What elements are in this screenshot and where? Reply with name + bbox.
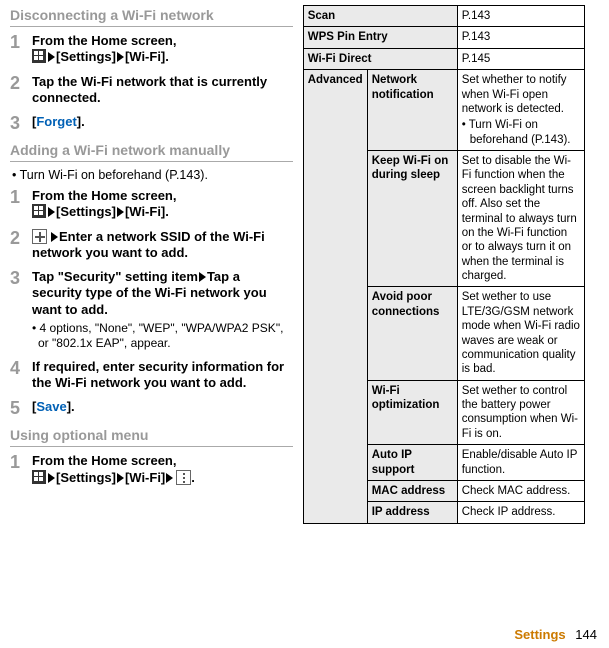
step-add-2: 2 Enter a network SSID of the Wi-Fi netw… (10, 229, 293, 262)
cell-key: Network notification (367, 70, 457, 151)
plus-icon (32, 229, 47, 244)
page-footer: Settings 144 (514, 627, 597, 642)
cell-key: Wi-Fi optimization (367, 380, 457, 445)
step-disc-1: 1 From the Home screen, [Settings] [Wi-Fi… (10, 33, 293, 66)
step-add-3: 3 Tap "Security" setting itemTap a secur… (10, 269, 293, 351)
cell-val: Set to disable the Wi-Fi function when t… (457, 151, 585, 287)
step-number: 2 (10, 229, 32, 247)
text: ]. (77, 114, 85, 129)
cell-key: WPS Pin Entry (303, 27, 457, 48)
text: ]. (67, 399, 75, 414)
home-grid-icon (32, 470, 46, 484)
step-add-5: 5 [Save]. (10, 399, 293, 417)
text: [Wi-Fi] (125, 470, 165, 485)
heading-optional: Using optional menu (10, 425, 293, 447)
heading-add: Adding a Wi-Fi network manually (10, 140, 293, 162)
cell-val: P.143 (457, 6, 585, 27)
step-add-4: 4 If required, enter security informatio… (10, 359, 293, 392)
chevron-right-icon (117, 207, 124, 217)
chevron-right-icon (117, 473, 124, 483)
chevron-right-icon (117, 52, 124, 62)
chevron-right-icon (48, 52, 55, 62)
cell-key: Wi-Fi Direct (303, 48, 457, 69)
table-row: Advanced Network notification Set whethe… (303, 70, 585, 151)
step-disc-2: 2 Tap the Wi-Fi network that is currentl… (10, 74, 293, 107)
text: . (191, 470, 195, 485)
step-number: 2 (10, 74, 32, 92)
text: Tap "Security" setting item (32, 269, 198, 284)
cell-advanced: Advanced (303, 70, 367, 524)
step-number: 1 (10, 33, 32, 51)
cell-key: IP address (367, 502, 457, 523)
cell-val: Check IP address. (457, 502, 585, 523)
chevron-right-icon (51, 232, 58, 242)
chevron-right-icon (48, 207, 55, 217)
cell-val: P.143 (457, 27, 585, 48)
step-opt-1: 1 From the Home screen, [Settings] [Wi-Fi… (10, 453, 293, 486)
heading-disconnect: Disconnecting a Wi-Fi network (10, 5, 293, 27)
text: Enter a network SSID of the Wi-Fi networ… (32, 229, 265, 260)
cell-key: Avoid poor connections (367, 287, 457, 380)
step-number: 1 (10, 453, 32, 471)
cell-key: Scan (303, 6, 457, 27)
text: From the Home screen, (32, 188, 177, 203)
save-link: Save (36, 399, 66, 414)
sub-note: 4 options, "None", "WEP", "WPA/WPA2 PSK"… (32, 321, 293, 351)
home-grid-icon (32, 49, 46, 63)
text: Set whether to notify when Wi-Fi open ne… (462, 74, 567, 115)
chevron-right-icon (166, 473, 173, 483)
step-number: 4 (10, 359, 32, 377)
step-number: 5 (10, 399, 32, 417)
text: [Settings] (56, 204, 116, 219)
cell-key: MAC address (367, 480, 457, 501)
cell-val: Set wether to use LTE/3G/GSM network mod… (457, 287, 585, 380)
text: If required, enter security information … (32, 359, 293, 392)
home-grid-icon (32, 204, 46, 218)
note: Turn Wi-Fi on beforehand (P.143). (12, 168, 293, 182)
step-add-1: 1 From the Home screen, [Settings] [Wi-Fi… (10, 188, 293, 221)
text: [Wi-Fi]. (125, 49, 169, 64)
text: [Wi-Fi]. (125, 204, 169, 219)
text: [Settings] (56, 470, 116, 485)
options-table: Scan P.143 WPS Pin Entry P.143 Wi-Fi Dir… (303, 5, 586, 524)
cell-key: Keep Wi-Fi on during sleep (367, 151, 457, 287)
cell-val: Enable/disable Auto IP function. (457, 445, 585, 481)
step-disc-3: 3 [Forget]. (10, 114, 293, 132)
text: [Settings] (56, 49, 116, 64)
step-number: 1 (10, 188, 32, 206)
step-number: 3 (10, 269, 32, 287)
table-row: WPS Pin Entry P.143 (303, 27, 585, 48)
table-row: Scan P.143 (303, 6, 585, 27)
cell-val: Set whether to notify when Wi-Fi open ne… (457, 70, 585, 151)
text: From the Home screen, (32, 33, 177, 48)
step-number: 3 (10, 114, 32, 132)
cell-val: P.145 (457, 48, 585, 69)
cell-val: Set wether to control the battery power … (457, 380, 585, 445)
overflow-menu-icon (176, 470, 191, 485)
table-row: Wi-Fi Direct P.145 (303, 48, 585, 69)
chevron-right-icon (48, 473, 55, 483)
cell-key: Auto IP support (367, 445, 457, 481)
cell-val: Check MAC address. (457, 480, 585, 501)
sub-note: Turn Wi-Fi on beforehand (P.143). (462, 118, 581, 147)
text: From the Home screen, (32, 453, 177, 468)
text: Tap the Wi-Fi network that is currently … (32, 74, 293, 107)
chevron-right-icon (199, 272, 206, 282)
footer-section: Settings (514, 627, 565, 642)
forget-link: Forget (36, 114, 76, 129)
page-number: 144 (575, 627, 597, 642)
